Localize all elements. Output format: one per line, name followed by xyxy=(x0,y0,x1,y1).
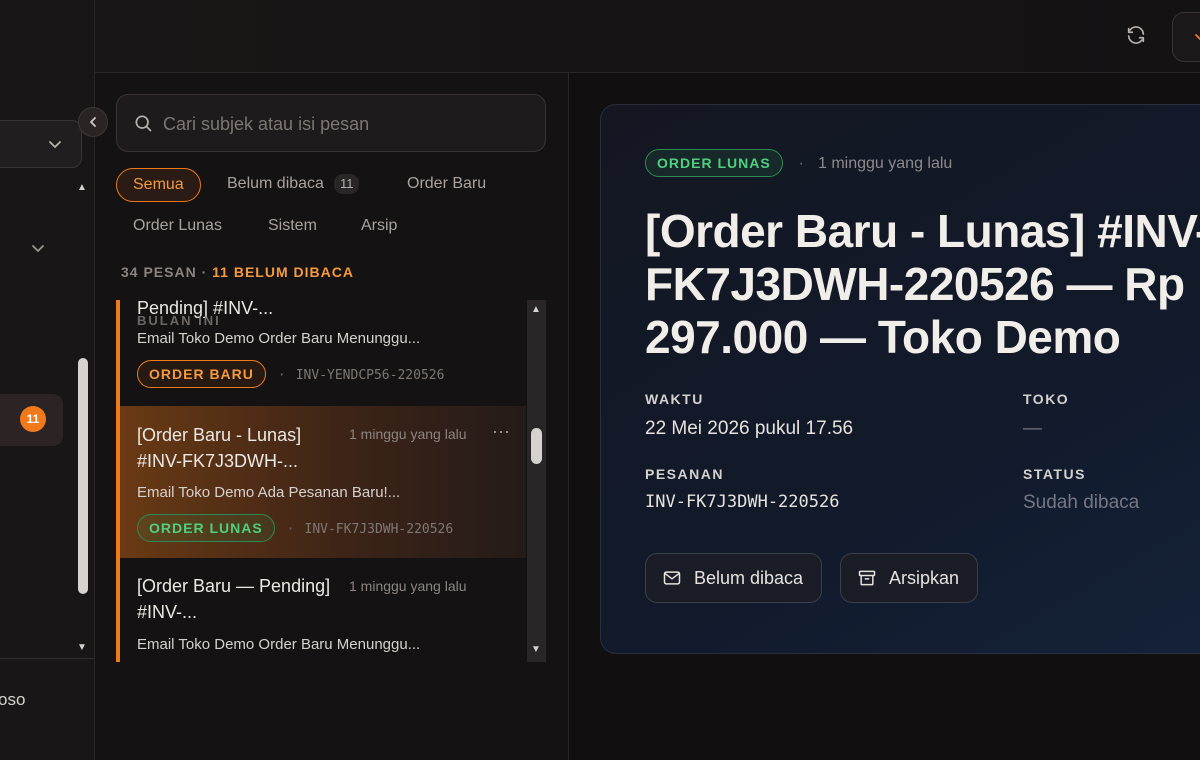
filter-chip-order-baru[interactable]: Order Baru xyxy=(391,168,502,202)
chevron-left-icon xyxy=(90,117,96,127)
scroll-down-arrow-icon[interactable]: ▼ xyxy=(531,644,541,655)
message-list-pane: Semua Belum dibaca11 Order Baru Order Lu… xyxy=(95,73,569,760)
field-value-waktu: 22 Mei 2026 pukul 17.56 xyxy=(645,418,854,439)
invoice-id: · INV-YENDCP56-220526 xyxy=(277,368,445,383)
list-item[interactable]: [Order Baru - Lunas] #INV-FK7J3DWH-... 1… xyxy=(116,406,526,558)
search-box xyxy=(116,94,546,152)
user-name: oso xyxy=(0,690,26,709)
scrollbar-thumb[interactable] xyxy=(78,358,88,594)
field-label-waktu: WAKTU xyxy=(645,391,704,407)
search-icon xyxy=(135,115,152,132)
list-item[interactable]: [Order Baru — Pending] #INV-... 1 minggu… xyxy=(116,558,526,662)
filter-chip-sistem[interactable]: Sistem xyxy=(252,210,333,244)
filter-count-badge: 11 xyxy=(333,174,360,194)
scroll-down-arrow-icon[interactable]: ▼ xyxy=(77,642,87,653)
list-item[interactable]: Pending] #INV-... BULAN INI Email Toko D… xyxy=(116,300,526,406)
status-badge: ORDER LUNAS xyxy=(137,514,275,542)
store-selector[interactable] xyxy=(0,120,82,168)
status-badge: ORDER LUNAS xyxy=(645,149,783,177)
filter-chip-belum-dibaca[interactable]: Belum dibaca 11 xyxy=(211,168,375,202)
filter-chip-arsip[interactable]: Arsip xyxy=(345,210,413,244)
field-label-pesanan: PESANAN xyxy=(645,466,724,482)
message-list-scrollbar[interactable]: ▲ ▼ xyxy=(527,300,546,662)
field-label-status: STATUS xyxy=(1023,466,1086,482)
relative-time: 1 minggu yang lalu xyxy=(818,155,953,172)
scrollbar-thumb[interactable] xyxy=(531,428,542,464)
message-title: [Order Baru - Lunas] #INV-FK7J3DWH-22052… xyxy=(645,205,1200,363)
status-badge: ORDER BARU xyxy=(137,360,266,388)
refresh-icon[interactable] xyxy=(1125,24,1147,46)
detail-meta: ORDER LUNAS · 1 minggu yang lalu xyxy=(645,149,952,177)
message-detail-card: ORDER LUNAS · 1 minggu yang lalu [Order Ba… xyxy=(600,104,1200,654)
sidebar-scrollbar[interactable]: ▲ ▼ xyxy=(76,180,91,658)
unread-count-badge: 11 xyxy=(20,406,46,432)
more-options-icon[interactable]: ··· xyxy=(492,421,510,442)
chevron-down-icon[interactable] xyxy=(30,240,46,256)
filter-chip-order-lunas[interactable]: Order Lunas xyxy=(117,210,238,244)
field-value-toko: — xyxy=(1023,418,1042,439)
invoice-id: · INV-FK7J3DWH-220526 xyxy=(286,522,454,537)
mail-icon xyxy=(663,571,681,585)
top-bar xyxy=(95,0,1200,73)
sidebar-item-inbox[interactable]: 11 xyxy=(0,394,63,446)
field-label-toko: TOKO xyxy=(1023,391,1070,407)
search-input[interactable] xyxy=(163,109,533,139)
account-dropdown[interactable] xyxy=(1172,12,1200,62)
divider xyxy=(0,658,95,659)
filter-chip-semua[interactable]: Semua xyxy=(116,168,201,202)
chevron-down-icon xyxy=(1195,34,1200,41)
field-value-status: Sudah dibaca xyxy=(1023,492,1140,513)
archive-icon xyxy=(858,570,876,586)
collapse-sidebar-button[interactable] xyxy=(78,107,108,137)
field-value-pesanan: INV-FK7J3DWH-220526 xyxy=(645,492,840,512)
scroll-up-arrow-icon[interactable]: ▲ xyxy=(77,182,87,193)
message-list: Pending] #INV-... BULAN INI Email Toko D… xyxy=(116,300,526,662)
archive-button[interactable]: Arsipkan xyxy=(840,553,979,603)
chevron-down-icon xyxy=(49,141,61,148)
message-summary: 34 PESAN · 11 BELUM DIBACA xyxy=(121,264,354,280)
mark-unread-button[interactable]: Belum dibaca xyxy=(645,553,823,603)
scroll-up-arrow-icon[interactable]: ▲ xyxy=(531,304,541,315)
section-label: BULAN INI xyxy=(137,313,221,328)
